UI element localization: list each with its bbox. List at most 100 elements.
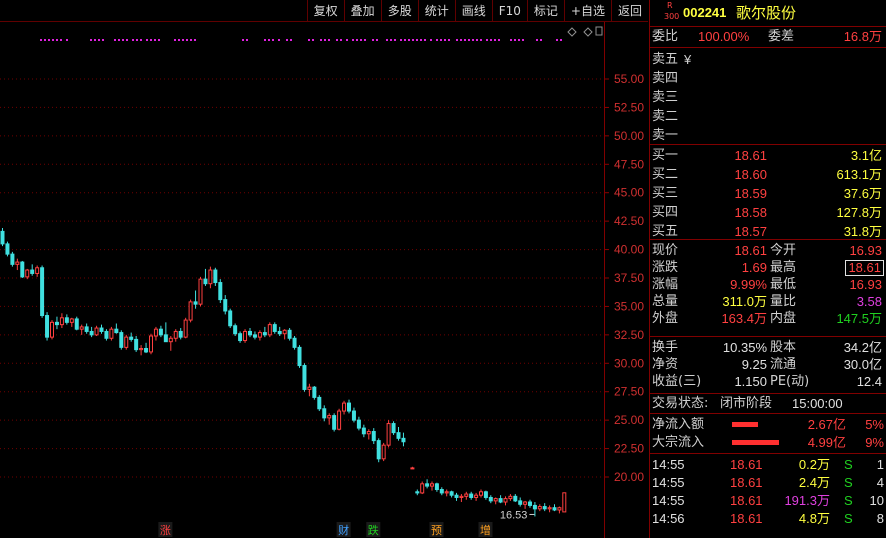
scroll-icon[interactable] <box>595 26 603 36</box>
candle[interactable] <box>434 483 439 491</box>
candle[interactable] <box>493 498 498 502</box>
candle[interactable] <box>94 327 99 336</box>
candle[interactable] <box>430 483 434 487</box>
toolbar-button[interactable]: F10 <box>491 0 527 22</box>
candle[interactable] <box>233 325 238 335</box>
candle[interactable] <box>307 386 312 390</box>
candle[interactable] <box>238 333 243 342</box>
candle[interactable] <box>356 419 361 429</box>
candle[interactable] <box>322 408 327 419</box>
candle[interactable] <box>479 491 483 496</box>
candle[interactable] <box>228 310 233 327</box>
candle[interactable] <box>262 332 267 336</box>
candle[interactable] <box>454 494 459 498</box>
candle[interactable] <box>188 301 193 321</box>
stock-code[interactable]: 002241 <box>683 0 726 26</box>
candle[interactable] <box>198 278 203 305</box>
candle[interactable] <box>523 501 528 505</box>
tick-list[interactable]: 14:55 18.61 0.2万 S 1 14:55 18.61 2.4万 S 4 14:55 18.… <box>650 453 886 528</box>
candle[interactable] <box>35 267 40 274</box>
candle[interactable] <box>183 319 188 338</box>
event-label[interactable]: 增 <box>480 523 491 537</box>
candle[interactable] <box>114 328 119 334</box>
candle[interactable] <box>351 410 356 421</box>
candle[interactable] <box>119 332 124 348</box>
candle[interactable] <box>218 282 223 301</box>
toolbar-button[interactable]: +自选 <box>563 0 611 22</box>
candle[interactable] <box>277 330 282 335</box>
candle[interactable] <box>302 365 307 390</box>
buy-level-row[interactable]: 买一 18.61 3.1亿 <box>650 146 886 165</box>
candle[interactable] <box>292 337 297 348</box>
stock-name[interactable]: 歌尔股份 <box>736 0 796 26</box>
toolbar-button[interactable]: 叠加 <box>343 0 381 22</box>
buy-level-row[interactable]: 买三 18.59 37.6万 <box>650 184 886 203</box>
candle[interactable] <box>20 261 25 278</box>
candle[interactable] <box>444 491 449 494</box>
sell-level-row[interactable]: 卖四 <box>650 69 886 88</box>
diamond-icon[interactable] <box>583 27 593 37</box>
candle[interactable] <box>50 321 54 338</box>
event-label[interactable]: 跌 <box>368 523 379 537</box>
candle[interactable] <box>528 501 532 506</box>
candle[interactable] <box>542 506 547 510</box>
candle[interactable] <box>99 327 104 332</box>
toolbar-button[interactable]: 画线 <box>454 0 492 22</box>
kline-svg[interactable]: 55.00 52.50 50.00 47.50 45.00 42.50 40.00 37.50… <box>0 22 648 538</box>
candle[interactable] <box>386 423 391 446</box>
event-label[interactable]: 涨 <box>160 524 171 537</box>
buy-level-row[interactable]: 买二 18.60 613.1万 <box>650 165 886 184</box>
candle[interactable] <box>104 330 109 339</box>
candle[interactable] <box>69 318 74 323</box>
candle[interactable] <box>5 243 10 255</box>
candle[interactable] <box>376 440 381 460</box>
candle[interactable] <box>272 324 277 332</box>
candle[interactable] <box>312 386 317 398</box>
buy-level-row[interactable]: 买五 18.57 31.8万 <box>650 222 886 241</box>
candle[interactable] <box>371 431 376 442</box>
candle[interactable] <box>163 334 168 343</box>
candle[interactable] <box>464 493 469 497</box>
tick-row[interactable]: 14:55 18.61 0.2万 S 1 <box>650 456 886 474</box>
candle[interactable] <box>109 328 114 339</box>
candle[interactable] <box>317 396 322 410</box>
tick-row[interactable]: 14:55 18.61 191.3万 S 10 <box>650 492 886 510</box>
candle[interactable] <box>213 269 218 284</box>
candle[interactable] <box>361 427 366 435</box>
candle[interactable] <box>59 317 64 326</box>
candle[interactable] <box>287 329 292 339</box>
candle[interactable] <box>149 335 153 353</box>
candle[interactable] <box>537 506 542 510</box>
candle[interactable] <box>562 492 567 513</box>
candle[interactable] <box>153 328 158 337</box>
candle[interactable] <box>267 324 272 336</box>
candle[interactable] <box>459 495 464 498</box>
candle[interactable] <box>282 329 287 335</box>
candle[interactable] <box>439 489 444 494</box>
sell-level-row[interactable]: 卖一 <box>650 126 886 145</box>
candle[interactable] <box>557 507 562 511</box>
toolbar-button[interactable]: 返回 <box>610 0 648 22</box>
candle[interactable] <box>0 230 5 245</box>
candle[interactable] <box>74 318 79 330</box>
sell-level-row[interactable]: 卖三 <box>650 88 886 107</box>
candle[interactable] <box>129 336 134 340</box>
toolbar-button[interactable]: 多股 <box>380 0 418 22</box>
sell-level-row[interactable]: 卖二 <box>650 107 886 126</box>
candle[interactable] <box>252 334 257 338</box>
candle[interactable] <box>257 332 262 338</box>
candle[interactable] <box>469 493 474 498</box>
candle[interactable] <box>30 269 35 274</box>
candle[interactable] <box>208 269 213 285</box>
candle[interactable] <box>342 402 347 412</box>
candle[interactable] <box>508 495 513 500</box>
candle[interactable] <box>518 500 523 505</box>
candle[interactable] <box>381 444 386 460</box>
candle[interactable] <box>54 321 59 326</box>
kline-chart[interactable]: 55.00 52.50 50.00 47.50 45.00 42.50 40.00 37.50… <box>0 22 648 538</box>
candle[interactable] <box>178 330 183 338</box>
candle[interactable] <box>425 483 430 487</box>
toolbar-button[interactable]: 复权 <box>306 0 344 22</box>
candle[interactable] <box>513 495 518 502</box>
candle[interactable] <box>243 330 248 342</box>
